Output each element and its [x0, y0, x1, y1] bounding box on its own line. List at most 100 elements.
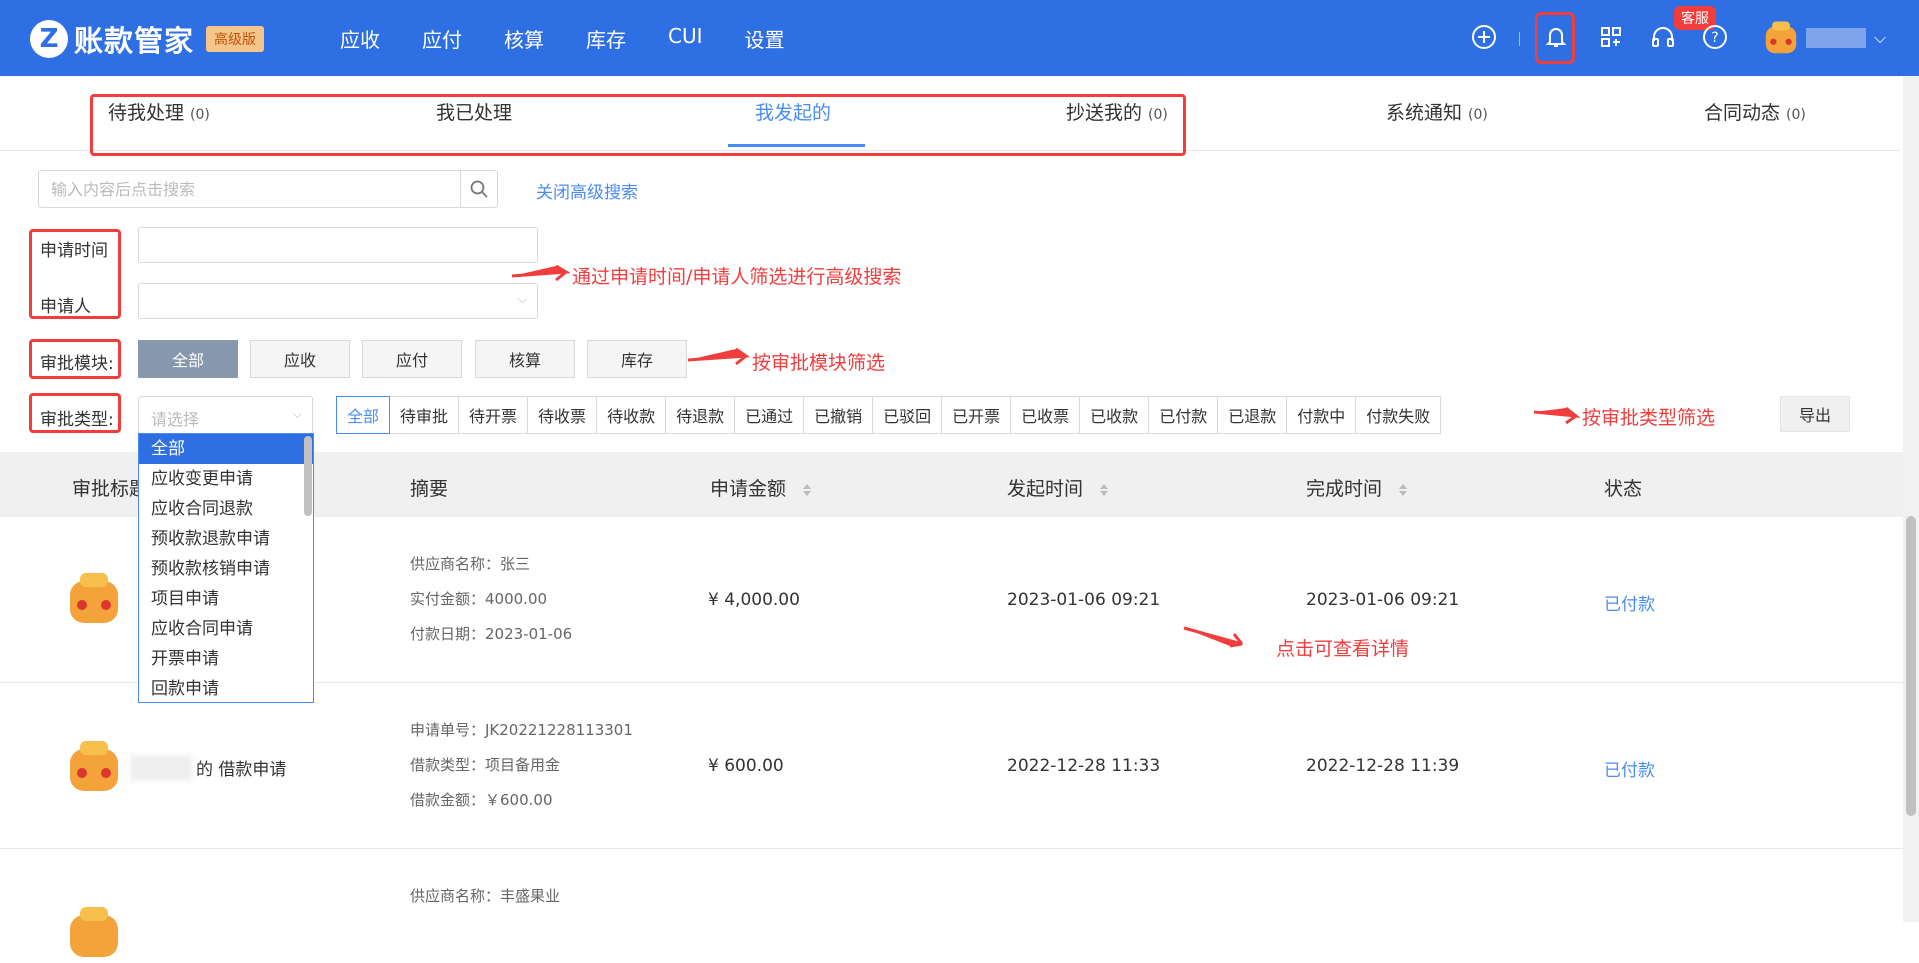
arrow-annotation-icon: [1533, 406, 1580, 424]
status-badge[interactable]: 已付款: [1604, 756, 1655, 781]
col-summary: 摘要: [410, 478, 449, 500]
top-bar: Z 账款管家 高级版 应收 应付 核算 库存 CUI 设置 客服 ? ⌵: [0, 0, 1919, 76]
type-tab[interactable]: 待收票: [528, 396, 598, 434]
table-row[interactable]: 供应商名称：丰盛果业: [0, 849, 1903, 957]
nav-accounting[interactable]: 核算: [504, 24, 544, 53]
chevron-down-icon: ⌵: [292, 407, 302, 421]
summary-line: 供应商名称：张三: [410, 555, 531, 573]
svg-text:?: ?: [1711, 30, 1718, 46]
dropdown-option[interactable]: 应收合同申请: [139, 614, 313, 644]
filter-labels-highlight-box: [29, 229, 121, 319]
close-advanced-search-link[interactable]: 关闭高级搜索: [536, 178, 638, 203]
tab-system-notice[interactable]: 系统通知 (0): [1386, 98, 1488, 125]
module-all-button[interactable]: 全部: [138, 340, 238, 378]
page-scrollbar[interactable]: [1903, 76, 1919, 922]
module-payable-button[interactable]: 应付: [362, 340, 462, 378]
sort-icon[interactable]: [802, 482, 812, 498]
amount: ¥ 4,000.00: [708, 590, 800, 610]
end-time: 2023-01-06 09:21: [1306, 590, 1460, 610]
chevron-down-icon: ⌵: [517, 292, 527, 306]
summary-line: 供应商名称：丰盛果业: [410, 887, 561, 905]
help-icon[interactable]: ?: [1701, 23, 1729, 51]
type-tab[interactable]: 全部: [336, 396, 391, 434]
start-time: 2023-01-06 09:21: [1007, 590, 1161, 610]
dropdown-option[interactable]: 应收变更申请: [139, 464, 313, 494]
bell-highlight-box: [1535, 12, 1575, 64]
note-advanced-search: 通过申请时间/申请人筛选进行高级搜索: [572, 266, 902, 288]
col-status: 状态: [1604, 478, 1643, 500]
apply-time-field[interactable]: [138, 227, 538, 263]
dropdown-scrollbar[interactable]: [304, 436, 312, 516]
end-time: 2022-12-28 11:39: [1306, 756, 1460, 776]
type-tab[interactable]: 待审批: [390, 396, 460, 434]
nav-receivable[interactable]: 应收: [340, 24, 380, 53]
type-tab[interactable]: 已开票: [942, 396, 1012, 434]
type-tab[interactable]: 已收票: [1011, 396, 1081, 434]
arrow-annotation-icon: [1183, 626, 1244, 648]
dropdown-option[interactable]: 项目申请: [139, 584, 313, 614]
module-accounting-button[interactable]: 核算: [475, 340, 575, 378]
dropdown-option[interactable]: 回款申请: [139, 674, 313, 702]
divider: [1519, 32, 1520, 46]
search-input[interactable]: [38, 170, 461, 208]
summary-line: 付款日期：2023-01-06: [410, 625, 573, 643]
type-tab[interactable]: 已退款: [1218, 396, 1288, 434]
col-start-time[interactable]: 发起时间: [1007, 474, 1109, 501]
start-time: 2022-12-28 11:33: [1007, 756, 1161, 776]
type-tab[interactable]: 已驳回: [873, 396, 943, 434]
type-tab[interactable]: 付款中: [1287, 396, 1357, 434]
type-select[interactable]: 请选择 ⌵: [138, 396, 313, 434]
type-dropdown: 全部 应收变更申请 应收合同退款 预收款退款申请 预收款核销申请 项目申请 应收…: [138, 433, 314, 703]
nav-cui[interactable]: CUI: [668, 24, 703, 53]
scrollbar-thumb[interactable]: [1906, 516, 1916, 816]
dropdown-option[interactable]: 开票申请: [139, 644, 313, 674]
tabs-highlight-box: [90, 94, 1186, 156]
nav-settings[interactable]: 设置: [745, 24, 785, 53]
edition-badge: 高级版: [206, 26, 265, 52]
module-inventory-button[interactable]: 库存: [587, 340, 687, 378]
type-tab[interactable]: 待退款: [666, 396, 736, 434]
col-end-time[interactable]: 完成时间: [1306, 474, 1408, 501]
status-badge[interactable]: 已付款: [1604, 590, 1655, 615]
applicant-avatar: [70, 741, 118, 791]
sort-icon[interactable]: [1099, 482, 1109, 498]
module-label-highlight-box: [29, 339, 121, 379]
type-tab[interactable]: 已撤销: [804, 396, 874, 434]
tab-contract-updates[interactable]: 合同动态 (0): [1704, 98, 1806, 125]
applicant-select[interactable]: ⌵: [138, 283, 538, 319]
note-type-filter: 按审批类型筛选: [1582, 407, 1716, 429]
grid-icon[interactable]: [1597, 23, 1625, 51]
type-tab[interactable]: 已付款: [1149, 396, 1219, 434]
user-avatar[interactable]: [1762, 19, 1800, 57]
applicant-name-blurred: [130, 755, 192, 781]
app-logo[interactable]: Z 账款管家 高级版: [30, 18, 265, 60]
nav-payable[interactable]: 应付: [422, 24, 462, 53]
chevron-down-icon[interactable]: ⌵: [1874, 28, 1886, 48]
dropdown-option[interactable]: 预收款核销申请: [139, 554, 313, 584]
type-tabs: 全部 待审批 待开票 待收票 待收款 待退款 已通过 已撤销 已驳回 已开票 已…: [336, 396, 1442, 434]
approval-title[interactable]: 的 借款申请: [196, 755, 286, 780]
search-icon: [470, 180, 488, 198]
sort-icon[interactable]: [1398, 482, 1408, 498]
applicant-avatar: [70, 573, 118, 623]
col-title: 审批标题: [72, 478, 149, 500]
dropdown-option[interactable]: 预收款退款申请: [139, 524, 313, 554]
plus-circle-icon[interactable]: [1470, 23, 1498, 51]
search-button[interactable]: [460, 170, 498, 208]
note-view-detail: 点击可查看详情: [1276, 638, 1410, 660]
dropdown-option[interactable]: 全部: [139, 434, 313, 464]
module-receivable-button[interactable]: 应收: [250, 340, 350, 378]
export-button[interactable]: 导出: [1780, 396, 1850, 432]
amount: ¥ 600.00: [708, 756, 784, 776]
type-tab[interactable]: 待开票: [459, 396, 529, 434]
table-row[interactable]: 的 借款申请 申请单号：JK20221228113301 借款类型：项目备用金 …: [0, 683, 1903, 849]
type-tab[interactable]: 待收款: [597, 396, 667, 434]
col-amount[interactable]: 申请金额: [710, 474, 812, 501]
type-tab[interactable]: 已收款: [1080, 396, 1150, 434]
type-tab[interactable]: 付款失败: [1356, 396, 1442, 434]
dropdown-option[interactable]: 应收合同退款: [139, 494, 313, 524]
type-label-highlight-box: [29, 393, 121, 433]
nav-inventory[interactable]: 库存: [586, 24, 626, 53]
type-tab[interactable]: 已通过: [735, 396, 805, 434]
headset-icon[interactable]: [1649, 23, 1677, 51]
